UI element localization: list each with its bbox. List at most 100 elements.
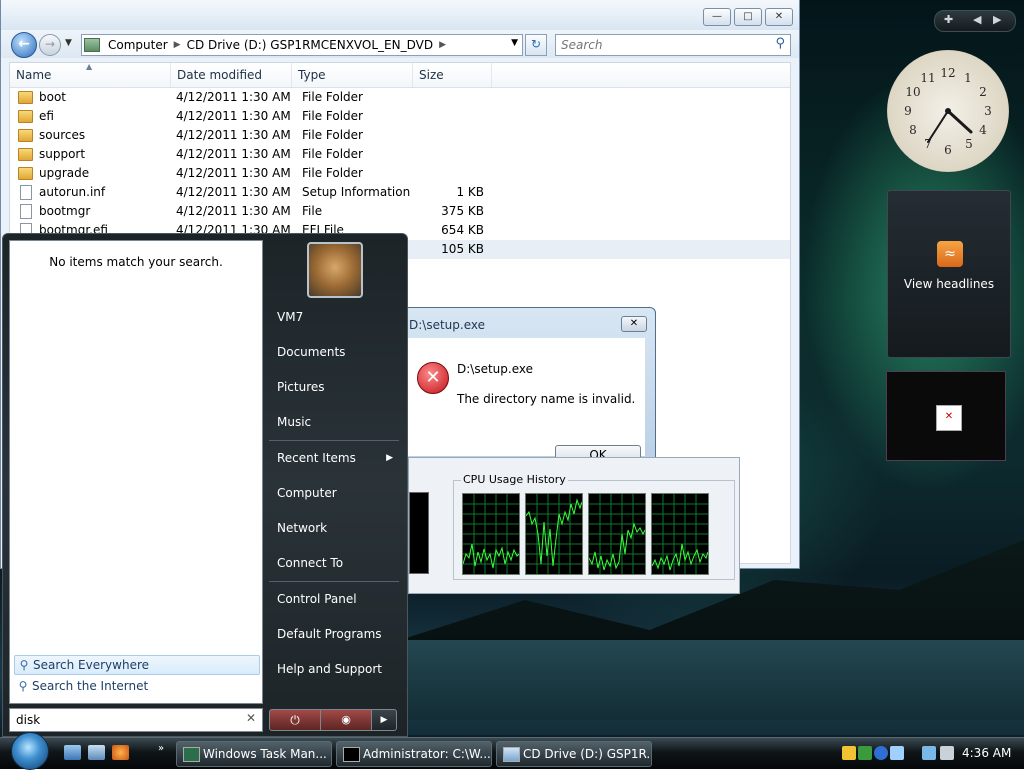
clock-number: 10 (905, 85, 920, 99)
breadcrumb-separator-icon[interactable]: ▶ (439, 40, 446, 50)
menu-item-connect-to[interactable]: Connect To (269, 546, 399, 581)
previous-icon[interactable]: ◀ (973, 13, 981, 26)
clock-number: 3 (984, 104, 992, 118)
folder-icon (18, 91, 33, 104)
lock-button[interactable]: ◉ (320, 709, 372, 731)
show-desktop-icon[interactable] (64, 745, 81, 760)
cpu-graph-1 (462, 493, 520, 575)
firefox-icon[interactable] (112, 745, 129, 760)
file-type: Setup Information (302, 185, 411, 199)
security-shield-icon[interactable] (842, 746, 856, 760)
search-box[interactable]: ⚲ (555, 34, 791, 56)
menu-item-pictures[interactable]: Pictures (269, 370, 399, 405)
power-button[interactable]: ⏻ (269, 709, 321, 731)
file-size (422, 88, 498, 107)
search-icon: ⚲ (18, 679, 28, 693)
explorer-titlebar[interactable]: — □ ✕ (1, 0, 799, 30)
switch-windows-icon[interactable] (88, 745, 105, 760)
menu-item-network[interactable]: Network (269, 511, 399, 546)
dialog-title[interactable]: D:\setup.exe (409, 318, 485, 332)
menu-item-help-and-support[interactable]: Help and Support (269, 652, 399, 687)
file-row[interactable]: sources 4/12/2011 1:30 AM File Folder (10, 126, 790, 145)
menu-item-user[interactable]: VM7 (269, 300, 399, 335)
column-headers: Name ▲ Date modified Type Size (10, 62, 790, 88)
search-input[interactable] (559, 35, 763, 55)
minimize-button[interactable]: — (703, 8, 731, 26)
dialog-body: ✕ D:\setup.exe The directory name is inv… (407, 338, 645, 465)
file-row[interactable]: efi 4/12/2011 1:30 AM File Folder (10, 107, 790, 126)
file-row[interactable]: support 4/12/2011 1:30 AM File Folder (10, 145, 790, 164)
quicklaunch-more-icon[interactable]: » (158, 743, 164, 754)
file-type: File (302, 204, 323, 218)
search-everywhere-link[interactable]: ⚲ Search Everywhere (14, 655, 260, 675)
user-avatar[interactable] (307, 242, 363, 298)
file-size: 105 KB (441, 242, 484, 256)
clock-number: 2 (979, 85, 987, 99)
setup-info-icon (20, 185, 32, 200)
next-icon[interactable]: ▶ (993, 13, 1001, 26)
feed-headlines-gadget[interactable]: ≈ View headlines (887, 190, 1011, 358)
address-bar[interactable]: Computer ▶ CD Drive (D:) GSP1RMCENXVOL_E… (81, 34, 523, 56)
file-row[interactable]: bootmgr 4/12/2011 1:30 AM File 375 KB (10, 202, 790, 221)
clock-number: 11 (920, 71, 935, 85)
volume-muted-icon[interactable] (940, 746, 954, 760)
file-date: 4/12/2011 1:30 AM (176, 185, 291, 199)
back-button[interactable]: ← (11, 32, 37, 58)
file-name: bootmgr (39, 204, 91, 218)
file-row[interactable]: boot 4/12/2011 1:30 AM File Folder (10, 88, 790, 107)
file-row[interactable]: upgrade 4/12/2011 1:30 AM File Folder (10, 164, 790, 183)
network-tool-icon[interactable] (890, 746, 904, 760)
menu-item-documents[interactable]: Documents (269, 335, 399, 370)
network-icon[interactable] (922, 746, 936, 760)
clock-time[interactable]: 4:36 AM (962, 746, 1011, 760)
shutdown-options-button[interactable]: ▶ (371, 709, 397, 731)
column-date-modified[interactable]: Date modified (171, 63, 292, 87)
column-size[interactable]: Size (413, 63, 492, 87)
start-menu: No items match your search. ⚲ Search Ever… (2, 233, 408, 737)
dialog-close-button[interactable]: ✕ (621, 316, 647, 332)
cpu-history-label: CPU Usage History (461, 473, 568, 486)
error-dialog: D:\setup.exe ✕ ✕ D:\setup.exe The direct… (398, 307, 656, 465)
breadcrumb-computer[interactable]: Computer (108, 38, 168, 52)
search-internet-link[interactable]: ⚲ Search the Internet (14, 677, 258, 695)
refresh-button[interactable]: ↻ (525, 34, 547, 56)
start-button[interactable] (11, 732, 49, 770)
file-date: 4/12/2011 1:30 AM (176, 147, 291, 161)
close-button[interactable]: ✕ (765, 8, 793, 26)
add-gadget-icon[interactable]: ✚ (944, 13, 953, 26)
menu-item-computer[interactable]: Computer (269, 476, 399, 511)
menu-item-music[interactable]: Music (269, 405, 399, 440)
breadcrumb-separator-icon[interactable]: ▶ (174, 40, 181, 50)
taskbar-button-task-manager[interactable]: Windows Task Man... (176, 741, 332, 767)
file-size: 654 KB (441, 223, 484, 237)
taskbar-button-command-prompt[interactable]: Administrator: C:\W... (336, 741, 492, 767)
green-status-icon[interactable] (858, 746, 872, 760)
desktop-lake (400, 640, 1024, 735)
empty-gadget[interactable]: ✕ (886, 371, 1006, 461)
cpu-graph-2 (525, 493, 583, 575)
recent-pages-dropdown[interactable]: ▼ (65, 38, 72, 48)
cpu-graph-3 (588, 493, 646, 575)
address-dropdown-icon[interactable]: ▼ (511, 38, 518, 48)
file-row[interactable]: autorun.inf 4/12/2011 1:30 AM Setup Info… (10, 183, 790, 202)
breadcrumb-cd-drive[interactable]: CD Drive (D:) GSP1RMCENXVOL_EN_DVD (187, 38, 434, 52)
maximize-button[interactable]: □ (734, 8, 762, 26)
menu-item-recent-items[interactable]: Recent Items ▶ (269, 441, 399, 476)
search-icon[interactable]: ⚲ (775, 36, 785, 51)
menu-item-default-programs[interactable]: Default Programs (269, 617, 399, 652)
column-name[interactable]: Name ▲ (10, 62, 171, 87)
menu-item-control-panel[interactable]: Control Panel (269, 582, 399, 617)
blue-circle-icon[interactable] (874, 746, 888, 760)
start-search-input[interactable] (14, 709, 238, 731)
view-headlines-label[interactable]: View headlines (888, 277, 1010, 291)
file-name: autorun.inf (39, 185, 106, 199)
forward-button[interactable]: → (39, 34, 61, 56)
clear-search-icon[interactable]: ✕ (246, 711, 256, 725)
start-search-box[interactable]: ✕ (9, 708, 263, 732)
taskbar-button-explorer[interactable]: CD Drive (D:) GSP1R... (496, 741, 652, 767)
sidebar-controls: ✚ ◀ ▶ (934, 10, 1016, 32)
sort-ascending-icon: ▲ (86, 62, 93, 71)
clock-gadget[interactable]: 12 1 2 3 4 5 6 7 8 9 10 11 (887, 50, 1009, 172)
folder-icon (18, 167, 33, 180)
column-type[interactable]: Type (292, 63, 413, 87)
